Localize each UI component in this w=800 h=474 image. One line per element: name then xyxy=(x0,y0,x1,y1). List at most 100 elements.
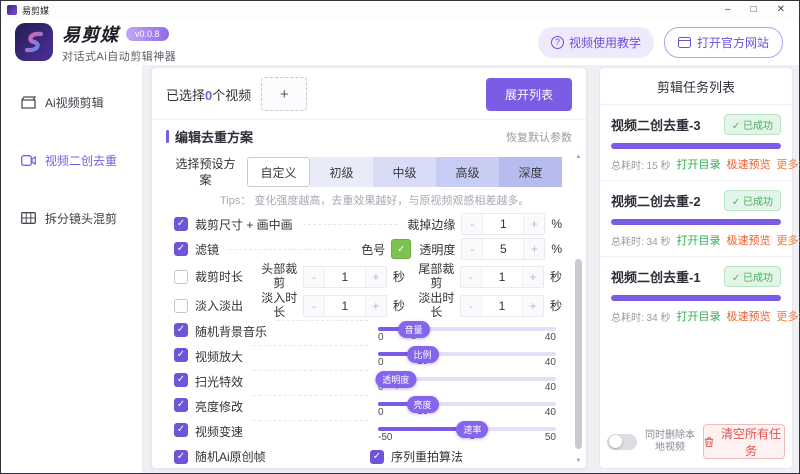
stepper-value[interactable]: 5 xyxy=(482,239,525,260)
reset-defaults-link[interactable]: 恢复默认参数 xyxy=(506,129,572,145)
stepper-minus-button[interactable]: - xyxy=(462,214,483,235)
add-video-button[interactable]: + xyxy=(261,77,308,111)
stepper-value[interactable]: 1 xyxy=(480,266,523,287)
stepper-minus-button[interactable]: - xyxy=(303,295,324,316)
preset-segmented-control: 自定义 初级 中级 高级 深度 xyxy=(247,157,562,188)
scrollbar-thumb[interactable] xyxy=(575,259,582,449)
stepper-plus-button[interactable]: + xyxy=(522,295,543,316)
speed-rate-slider[interactable]: 速率 -5050 3 xyxy=(378,420,556,443)
video-tutorial-label: 视频使用教学 xyxy=(568,35,641,50)
task-item: 视频二创去重-1 ✓ 已成功 总耗时: 34 秒 打开目录 极速预览 更多操作∨ xyxy=(600,256,800,332)
sidebar-item-video-dedup[interactable]: 视频二创去重 xyxy=(1,131,142,189)
bgm-checkbox[interactable]: ✓ xyxy=(174,323,188,338)
ai-frame-checkbox[interactable]: ✓ xyxy=(174,449,188,464)
stepper-minus-button[interactable]: - xyxy=(303,266,324,287)
light-sweep-opacity-slider[interactable]: 透明度 040 4 xyxy=(375,370,556,393)
check-icon: ✓ xyxy=(397,243,406,255)
stepper-value[interactable]: 1 xyxy=(323,295,366,316)
slider-handle[interactable]: 亮度 xyxy=(406,396,439,414)
unit-label: % xyxy=(551,217,562,232)
more-actions-link[interactable]: 更多操作∨ xyxy=(776,232,800,248)
zoom-ratio-slider[interactable]: 比例 040 10 xyxy=(378,345,556,368)
status-badge: ✓ 已成功 xyxy=(723,190,781,211)
light-sweep-checkbox[interactable]: ✓ xyxy=(174,373,188,388)
stepper-value[interactable]: 1 xyxy=(480,295,523,316)
fade-out-stepper: - 1 + xyxy=(459,294,544,317)
stepper-plus-button[interactable]: + xyxy=(365,295,386,316)
brightness-checkbox[interactable]: ✓ xyxy=(174,398,188,413)
trash-icon xyxy=(704,436,714,447)
crop-checkbox[interactable]: ✓ xyxy=(174,217,188,232)
color-swatch[interactable]: ✓ xyxy=(391,239,412,260)
preset-beginner[interactable]: 初级 xyxy=(310,157,373,188)
stepper-plus-button[interactable]: + xyxy=(524,214,545,235)
open-directory-link[interactable]: 打开目录 xyxy=(676,232,720,248)
status-badge: ✓ 已成功 xyxy=(723,266,781,287)
stepper-value[interactable]: 1 xyxy=(323,266,366,287)
param-row-zoom: ✓ 视频放大 比例 040 10 xyxy=(166,345,562,370)
check-icon: ✓ xyxy=(176,243,186,255)
more-actions-link[interactable]: 更多操作∨ xyxy=(776,308,800,324)
sidebar-item-split-shot-mix[interactable]: 拆分镜头混剪 xyxy=(1,189,142,247)
trim-checkbox[interactable]: ✓ xyxy=(174,269,188,284)
slider-handle[interactable]: 速率 xyxy=(456,421,489,439)
clear-all-tasks-button[interactable]: 清空所有任务 xyxy=(703,424,785,459)
stepper-plus-button[interactable]: + xyxy=(522,266,543,287)
maximize-icon[interactable]: □ xyxy=(751,5,757,15)
speed-checkbox[interactable]: ✓ xyxy=(174,423,188,438)
more-actions-link[interactable]: 更多操作∨ xyxy=(776,156,800,172)
sequence-rebuild-checkbox[interactable]: ✓ xyxy=(370,449,384,464)
open-directory-link[interactable]: 打开目录 xyxy=(676,156,720,172)
filter-opacity-stepper: - 5 + xyxy=(461,238,546,261)
preset-deep[interactable]: 深度 xyxy=(499,157,562,188)
scroll-up-icon[interactable]: ▲ xyxy=(574,154,583,160)
open-directory-link[interactable]: 打开目录 xyxy=(676,308,720,324)
quick-preview-link[interactable]: 极速预览 xyxy=(726,156,770,172)
scrollbar[interactable]: ▲ ▼ xyxy=(574,154,583,464)
section-accent-bar xyxy=(166,130,169,143)
slider-handle[interactable]: 音量 xyxy=(397,321,430,339)
quick-preview-link[interactable]: 极速预览 xyxy=(726,308,770,324)
open-website-button[interactable]: 打开官方网站 xyxy=(663,26,783,58)
slider-track[interactable] xyxy=(378,352,556,357)
minimize-icon[interactable]: – xyxy=(725,5,731,15)
scroll-down-icon[interactable]: ▼ xyxy=(574,458,583,464)
brightness-slider[interactable]: 亮度 040 10 xyxy=(378,395,556,418)
fade-checkbox[interactable]: ✓ xyxy=(174,298,188,313)
leader-line xyxy=(253,420,368,422)
slider-handle[interactable]: 比例 xyxy=(406,346,439,364)
stepper-plus-button[interactable]: + xyxy=(524,239,545,260)
slider-max: 40 xyxy=(544,407,556,419)
expand-list-button[interactable]: 展开列表 xyxy=(485,77,572,111)
bgm-volume-slider[interactable]: 音量 040 8 xyxy=(378,320,556,343)
close-icon[interactable]: ✕ xyxy=(777,5,785,15)
video-tutorial-button[interactable]: ? 视频使用教学 xyxy=(537,26,654,58)
stepper-minus-button[interactable]: - xyxy=(460,295,481,316)
slider-max: 40 xyxy=(544,332,556,344)
plus-icon: + xyxy=(279,85,289,103)
param-label: 视频变速 xyxy=(195,425,244,440)
slider-track[interactable] xyxy=(378,402,556,407)
stepper-value[interactable]: 1 xyxy=(482,214,525,235)
stepper-minus-button[interactable]: - xyxy=(462,239,483,260)
preset-intermediate[interactable]: 中级 xyxy=(373,157,436,188)
delete-local-toggle[interactable] xyxy=(607,433,637,450)
task-progress-bar xyxy=(611,143,781,149)
task-progress-bar xyxy=(611,219,781,225)
stepper-plus-button[interactable]: + xyxy=(365,266,386,287)
field-label: 透明度 xyxy=(419,242,456,257)
quick-preview-link[interactable]: 极速预览 xyxy=(726,232,770,248)
zoom-checkbox[interactable]: ✓ xyxy=(174,348,188,363)
preset-advanced[interactable]: 高级 xyxy=(436,157,499,188)
stepper-minus-button[interactable]: - xyxy=(460,266,481,287)
preset-custom[interactable]: 自定义 xyxy=(247,157,310,188)
slider-handle[interactable]: 透明度 xyxy=(375,371,417,389)
head-trim-stepper: - 1 + xyxy=(302,265,387,288)
filter-checkbox[interactable]: ✓ xyxy=(174,242,188,257)
leader-line xyxy=(253,345,368,347)
leader-line xyxy=(253,395,368,397)
sidebar-item-ai-video-edit[interactable]: Ai视频剪辑 xyxy=(1,73,142,131)
section-title: 编辑去重方案 xyxy=(166,127,253,146)
browser-icon xyxy=(677,36,691,48)
param-row-speed: ✓ 视频变速 速率 -5050 3 xyxy=(166,420,562,445)
